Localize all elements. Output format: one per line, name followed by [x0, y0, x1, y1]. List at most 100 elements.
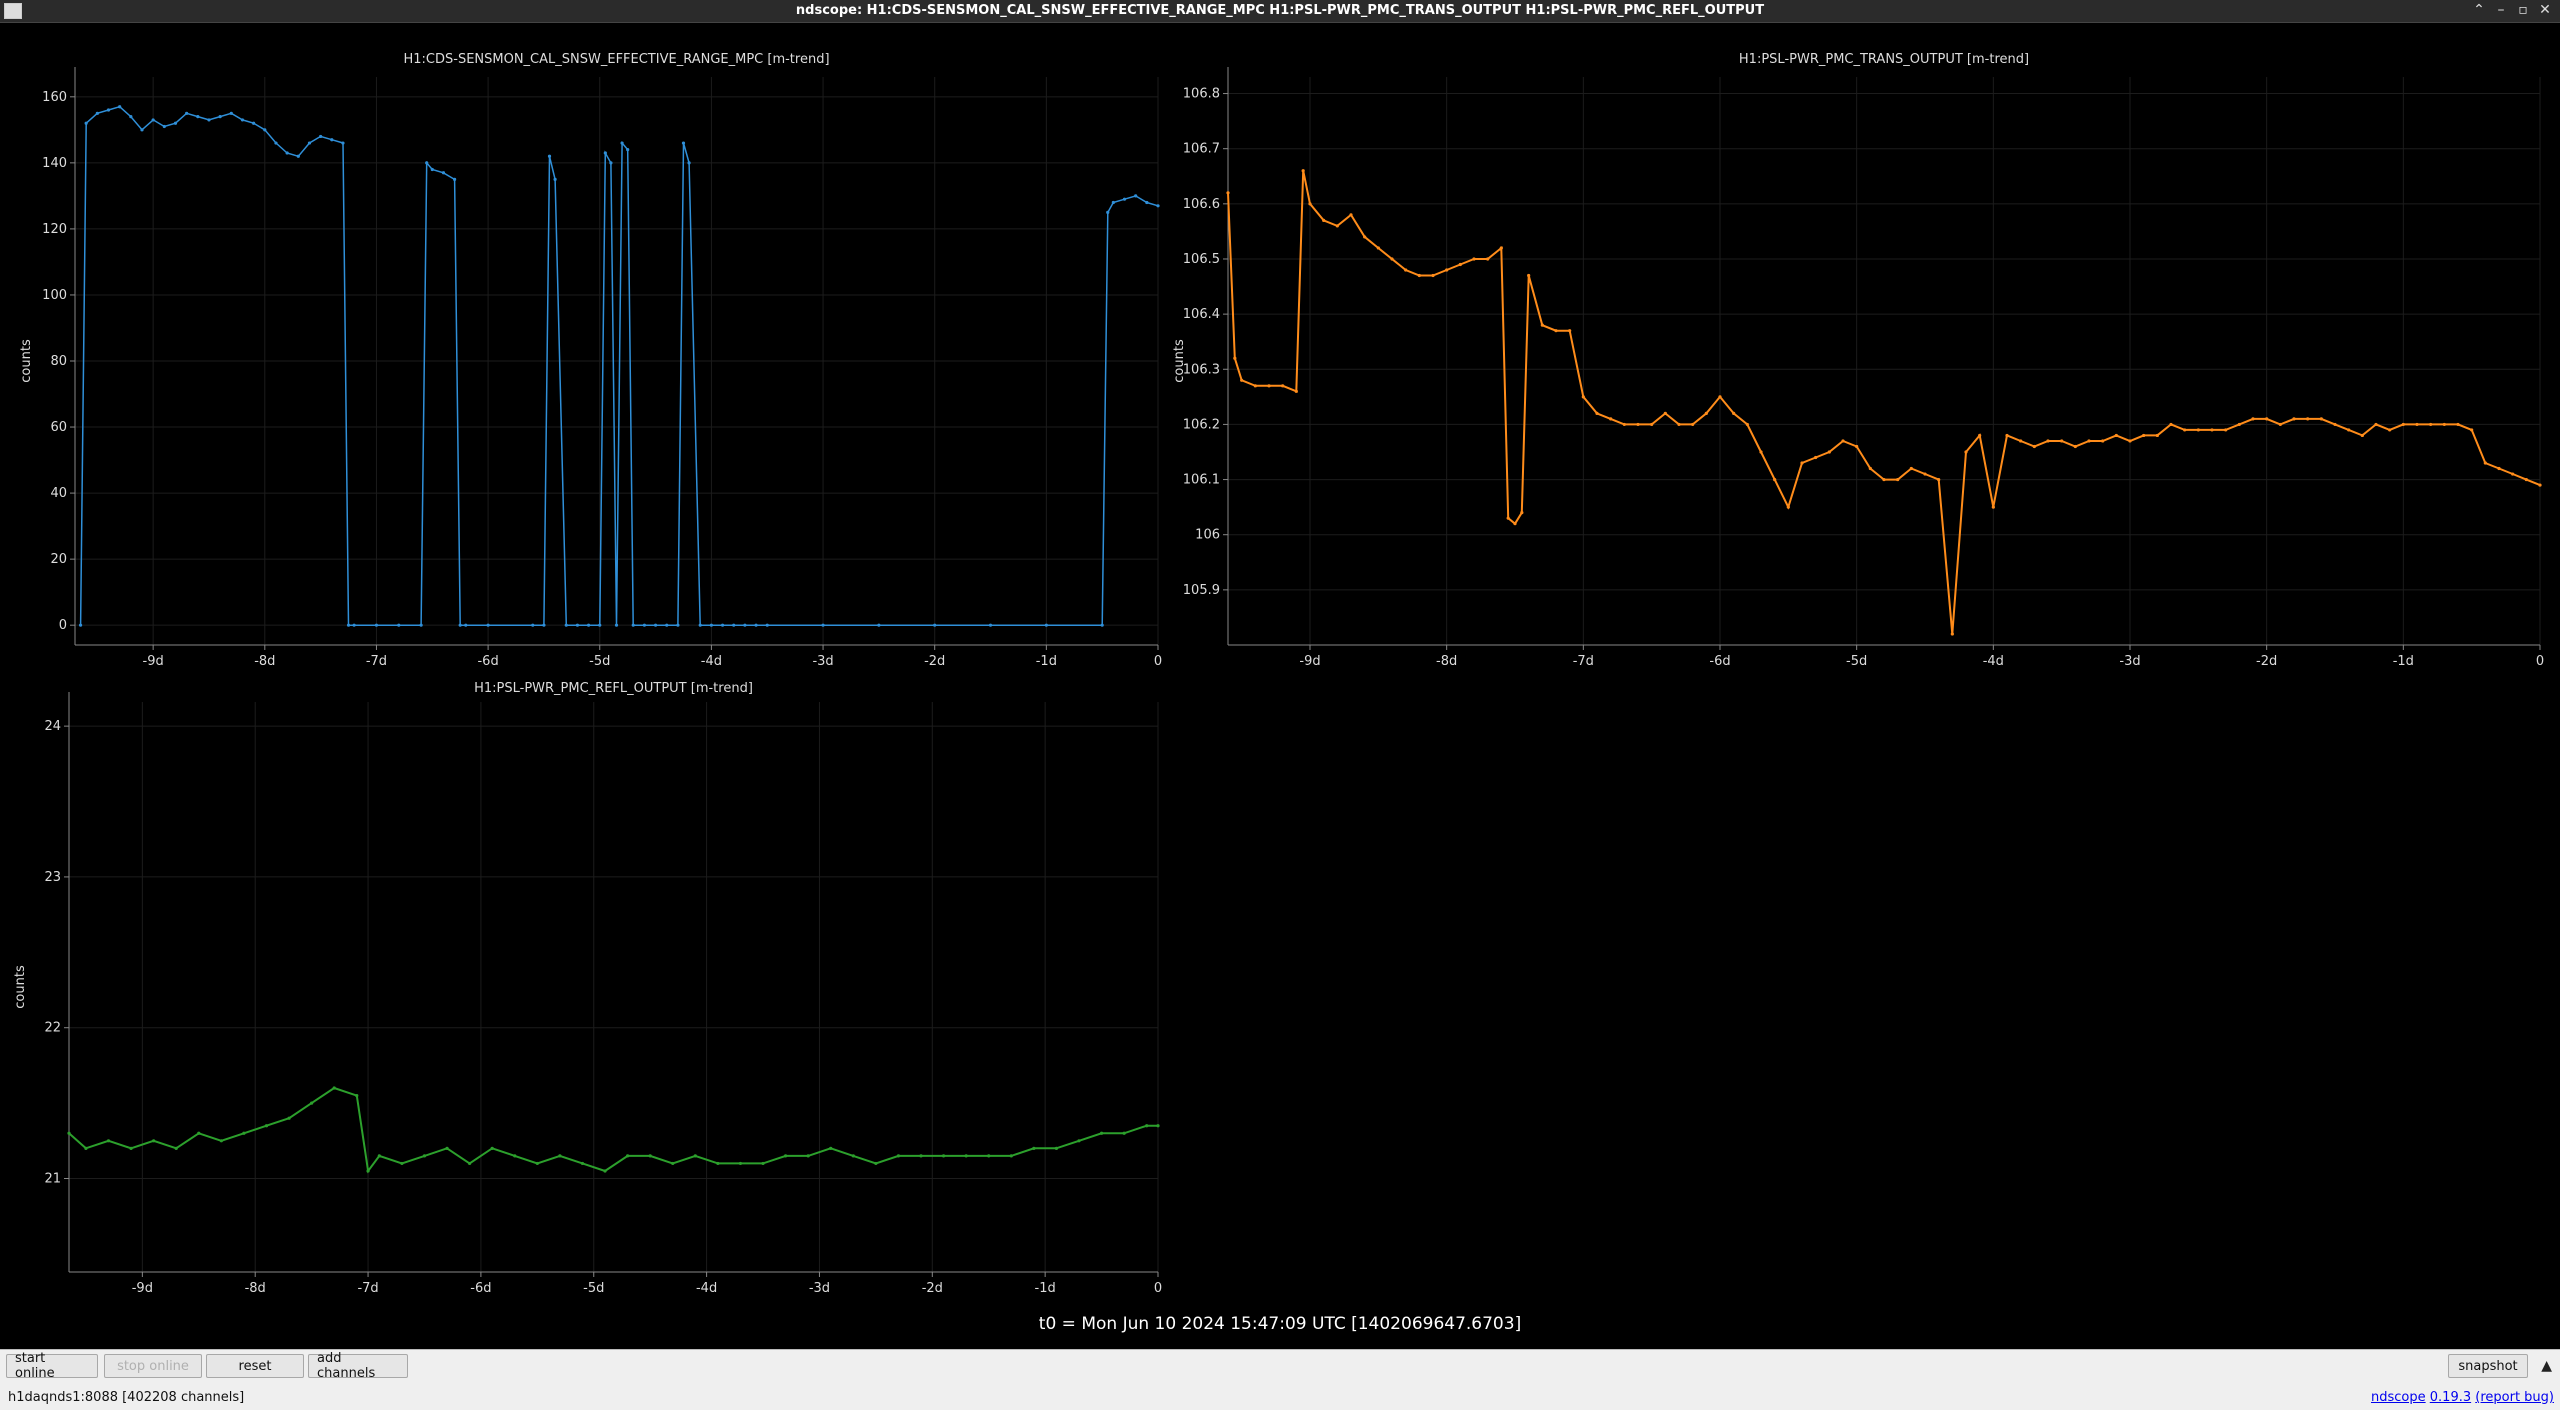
data-point: [1581, 395, 1585, 399]
x-tick-label: -1d: [1036, 654, 1057, 669]
version-link[interactable]: 0.19.3: [2430, 1390, 2471, 1405]
data-point: [2470, 428, 2474, 432]
data-point: [648, 1154, 652, 1158]
data-point: [2388, 428, 2392, 432]
data-point: [1145, 1124, 1149, 1128]
data-point: [106, 108, 111, 112]
data-point: [2511, 472, 2515, 476]
window-close-icon[interactable]: ✕: [2536, 2, 2554, 18]
y-tick-label: 106.7: [1183, 142, 1220, 157]
data-point: [1827, 450, 1831, 454]
y-tick-label: 106.3: [1183, 362, 1220, 377]
y-axis-label: counts: [13, 965, 28, 1009]
report-bug-link[interactable]: (report bug): [2475, 1390, 2554, 1405]
chart-title: H1:CDS-SENSMON_CAL_SNSW_EFFECTIVE_RANGE_…: [403, 52, 829, 67]
series-line: [79, 105, 1159, 626]
data-point: [264, 1124, 269, 1128]
y-tick-label: 106.1: [1183, 473, 1220, 488]
data-point: [310, 1101, 314, 1105]
x-tick-label: -7d: [366, 654, 387, 669]
data-point: [458, 623, 462, 627]
data-point: [366, 1169, 370, 1173]
data-point: [564, 623, 568, 627]
data-point: [2169, 422, 2173, 427]
data-point: [1800, 461, 1804, 465]
data-point: [207, 118, 211, 122]
data-point: [1677, 422, 1681, 427]
data-point: [964, 1154, 968, 1158]
chart-title: H1:PSL-PWR_PMC_TRANS_OUTPUT [m-trend]: [1739, 52, 2029, 67]
data-point: [1226, 191, 1230, 195]
data-point: [374, 623, 379, 627]
data-point: [716, 1161, 720, 1166]
y-tick-label: 106: [1195, 528, 1220, 543]
data-point: [1145, 200, 1149, 205]
y-tick-label: 22: [44, 1021, 61, 1036]
x-tick-label: -4d: [701, 654, 722, 669]
data-point: [196, 115, 200, 119]
data-point: [152, 1139, 156, 1143]
data-point: [1704, 411, 1708, 415]
data-point: [738, 1161, 743, 1166]
add-channels-button[interactable]: add channels: [308, 1351, 408, 1381]
data-point: [2347, 428, 2351, 432]
data-point: [400, 1161, 404, 1166]
data-point: [626, 148, 630, 152]
reset-button[interactable]: reset: [206, 1354, 304, 1378]
data-point: [140, 128, 144, 132]
data-point: [129, 115, 133, 119]
data-point: [229, 111, 233, 115]
y-tick-label: 0: [59, 618, 67, 633]
x-tick-label: -3d: [2119, 654, 2140, 669]
x-tick-label: -4d: [696, 1281, 717, 1296]
data-point: [219, 1139, 223, 1143]
data-point: [242, 1131, 246, 1135]
data-point: [2046, 439, 2050, 443]
data-point: [2142, 433, 2146, 438]
data-point: [468, 1161, 472, 1166]
data-point: [874, 1161, 878, 1166]
data-point: [1335, 224, 1339, 228]
data-point: [422, 1154, 427, 1158]
data-point: [1896, 477, 1900, 482]
snapshot-button[interactable]: snapshot: [2448, 1354, 2528, 1378]
data-point: [185, 111, 189, 115]
y-tick-label: 160: [42, 90, 67, 105]
x-tick-label: -2d: [924, 654, 945, 669]
x-tick-label: -8d: [1436, 654, 1457, 669]
data-point: [106, 1139, 111, 1143]
start-online-button[interactable]: start online: [6, 1351, 98, 1381]
ndscope-link[interactable]: ndscope: [2371, 1390, 2426, 1405]
data-point: [2415, 422, 2419, 427]
x-tick-label: -1d: [1035, 1281, 1056, 1296]
window-keep-above-icon[interactable]: ⌃: [2470, 2, 2488, 18]
data-point: [575, 623, 580, 627]
data-point: [1156, 204, 1160, 208]
data-point: [1718, 395, 1722, 399]
data-point: [397, 623, 401, 627]
expand-panel-icon[interactable]: ▲: [2541, 1358, 2552, 1374]
x-tick-label: -5d: [589, 654, 610, 669]
data-point: [2101, 439, 2105, 443]
data-point: [671, 1161, 675, 1166]
chart-title: H1:PSL-PWR_PMC_REFL_OUTPUT [m-trend]: [474, 681, 753, 696]
stop-online-button[interactable]: stop online: [104, 1354, 202, 1378]
data-point: [603, 1169, 607, 1173]
window-minimize-icon[interactable]: –: [2492, 2, 2510, 18]
data-point: [933, 623, 937, 627]
plot-area: -9d -8d -7d -6d -5d -4d -3d -2d -1d 0 0 20 40 60 80 100…: [0, 23, 2560, 1349]
data-point: [2155, 433, 2159, 438]
data-point: [1868, 466, 1872, 471]
data-point: [2360, 433, 2364, 438]
data-point: [743, 623, 747, 627]
data-point: [542, 623, 546, 627]
data-point: [598, 623, 602, 627]
bottom-toolbar: start online stop online reset add chann…: [0, 1349, 2560, 1410]
data-point: [1156, 1124, 1160, 1128]
data-point: [2196, 428, 2200, 432]
window-maximize-icon[interactable]: ▫: [2514, 2, 2532, 18]
data-point: [2237, 422, 2241, 427]
data-point: [2114, 433, 2118, 438]
data-point: [988, 623, 993, 627]
plots-canvas[interactable]: -9d -8d -7d -6d -5d -4d -3d -2d -1d 0 0 20 40 60 80 100…: [0, 23, 2560, 1313]
